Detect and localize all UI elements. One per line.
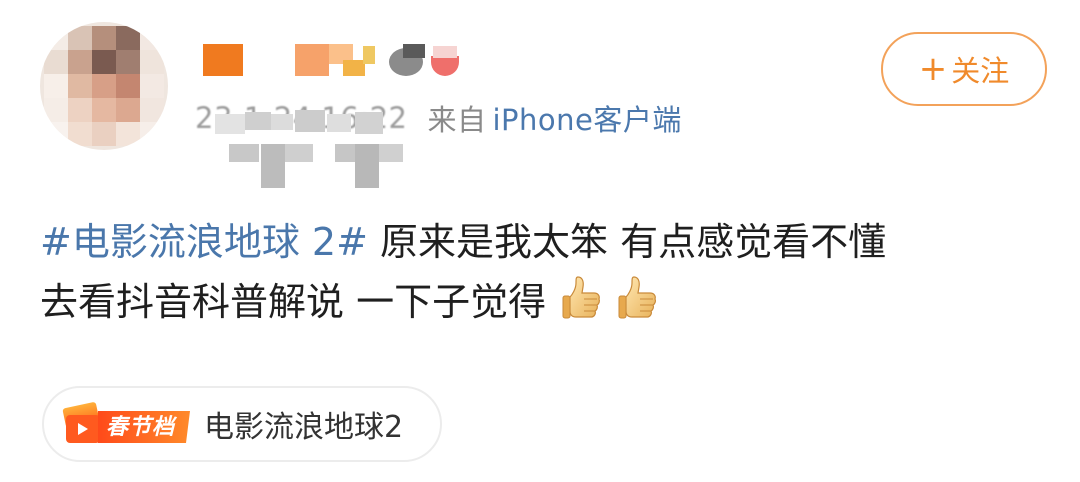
avatar-pixel [92, 74, 116, 98]
badge-label: 春节档 [106, 415, 176, 440]
avatar-pixel [140, 74, 164, 98]
avatar-pixel [68, 26, 92, 50]
spring-festival-badge: 春节档 [62, 399, 194, 449]
avatar-pixel [92, 50, 116, 74]
follow-label: 关注 [951, 54, 1010, 88]
avatar-pixel [44, 50, 68, 74]
avatar-pixel [68, 74, 92, 98]
plus-icon: + [918, 49, 948, 89]
avatar-pixel [92, 26, 116, 50]
avatar-pixel [116, 26, 140, 50]
avatar-pixel [92, 98, 116, 122]
avatar-pixel [116, 122, 140, 146]
hashtag-link[interactable]: #电影流浪地球 2# [40, 220, 368, 264]
follow-button[interactable]: + 关注 [881, 32, 1047, 106]
avatar-pixel [68, 122, 92, 146]
avatar-pixel [68, 98, 92, 122]
avatar-pixel [140, 26, 164, 50]
post-text-2: 去看抖音科普解说 一下子觉得 [40, 280, 547, 324]
avatar-pixel [116, 98, 140, 122]
avatar-pixel [44, 122, 68, 146]
avatar-pixel [92, 122, 116, 146]
post-line-1: #电影流浪地球 2# 原来是我太笨 有点感觉看不懂 [40, 212, 1050, 272]
username-blurred[interactable] [203, 42, 483, 78]
source-device-link[interactable]: iPhone客户端 [493, 97, 682, 139]
avatar-pixel [44, 98, 68, 122]
source-prefix: 来自 [427, 103, 487, 137]
avatar-pixel [44, 74, 68, 98]
avatar-pixel [140, 122, 164, 146]
post-text-1: 原来是我太笨 有点感觉看不懂 [367, 220, 887, 264]
thumbs-up-icon [618, 276, 657, 319]
post-line-2: 去看抖音科普解说 一下子觉得 [40, 272, 1050, 332]
post-body: #电影流浪地球 2# 原来是我太笨 有点感觉看不懂 去看抖音科普解说 一下子觉得 [40, 212, 1050, 332]
avatar-pixel [116, 74, 140, 98]
thumbs-up-icon [562, 276, 601, 319]
avatar-pixel [140, 98, 164, 122]
avatar-pixel [44, 26, 68, 50]
avatar-pixel [116, 50, 140, 74]
avatar-pixel [140, 50, 164, 74]
avatar[interactable] [40, 22, 168, 150]
topic-label: 电影流浪地球2 [204, 410, 404, 445]
avatar-pixel [68, 50, 92, 74]
topic-chip[interactable]: 春节档 电影流浪地球2 [42, 386, 442, 462]
meta-mosaic [215, 110, 415, 200]
